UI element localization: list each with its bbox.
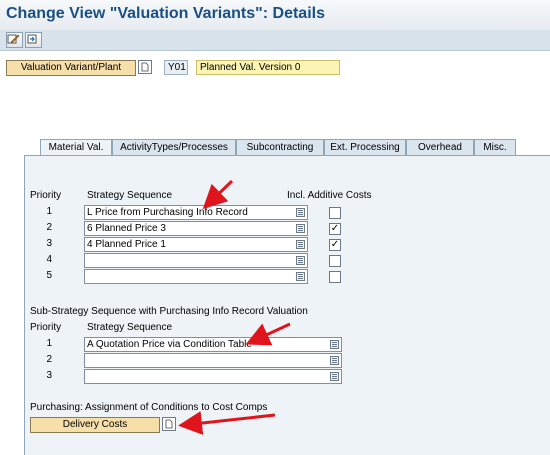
additive-costs-header: Incl. Additive Costs (287, 190, 372, 201)
sub-priority-header: Priority (30, 322, 62, 333)
priority-number: 1 (46, 206, 52, 217)
document-icon (141, 62, 149, 72)
tab-misc[interactable]: Misc. (474, 139, 516, 155)
variant-description: Planned Val. Version 0 (196, 60, 340, 75)
priority-number: 4 (46, 254, 52, 265)
priority-number: 2 (46, 222, 52, 233)
sub-strategy-value: A Quotation Price via Condition Table (87, 339, 252, 350)
tab-activity-types[interactable]: ActivityTypes/Processes (112, 139, 236, 155)
sub-strategy-title: Sub-Strategy Sequence with Purchasing In… (30, 306, 308, 317)
strategy-input-5[interactable] (84, 269, 308, 284)
priority-number: 3 (46, 370, 52, 381)
strategy-input-1[interactable]: L Price from Purchasing Info Record (84, 205, 308, 220)
additive-checkbox-1[interactable] (329, 207, 341, 219)
priority-number: 2 (46, 354, 52, 365)
priority-number: 3 (46, 238, 52, 249)
additive-checkbox-3[interactable]: ✓ (329, 239, 341, 251)
other-view-icon (27, 34, 37, 44)
value-help-icon[interactable] (296, 256, 305, 265)
strategy-sequence-header: Strategy Sequence (87, 190, 173, 201)
delivery-costs-detail-button[interactable] (162, 417, 176, 431)
tab-ext-processing[interactable]: Ext. Processing (324, 139, 406, 155)
display-change-icon (7, 34, 20, 44)
strategy-value: 6 Planned Price 3 (87, 223, 166, 234)
value-help-icon[interactable] (330, 340, 339, 349)
strategy-value: 4 Planned Price 1 (87, 239, 166, 250)
additive-checkbox-5[interactable] (329, 271, 341, 283)
display-change-button[interactable] (6, 32, 23, 48)
delivery-costs-button[interactable]: Delivery Costs (30, 417, 160, 433)
tab-strip: Material Val. ActivityTypes/Processes Su… (0, 139, 550, 156)
additive-checkbox-4[interactable] (329, 255, 341, 267)
value-help-icon[interactable] (296, 240, 305, 249)
strategy-input-2[interactable]: 6 Planned Price 3 (84, 221, 308, 236)
variant-code-field[interactable]: Y01 (164, 60, 188, 75)
value-help-icon[interactable] (296, 224, 305, 233)
strategy-value: L Price from Purchasing Info Record (87, 207, 248, 218)
strategy-input-4[interactable] (84, 253, 308, 268)
priority-number: 5 (46, 270, 52, 281)
variant-detail-button[interactable] (138, 60, 152, 74)
value-help-icon[interactable] (330, 356, 339, 365)
title-bar: Change View "Valuation Variants": Detail… (0, 0, 550, 31)
other-view-button[interactable] (25, 32, 42, 48)
tab-subcontracting[interactable]: Subcontracting (236, 139, 324, 155)
sub-strategy-input-3[interactable] (84, 369, 342, 384)
sub-strategy-input-1[interactable]: A Quotation Price via Condition Table (84, 337, 342, 352)
value-help-icon[interactable] (330, 372, 339, 381)
priority-number: 1 (46, 338, 52, 349)
sub-strategy-sequence-header: Strategy Sequence (87, 322, 173, 333)
additive-checkbox-2[interactable]: ✓ (329, 223, 341, 235)
value-help-icon[interactable] (296, 272, 305, 281)
tab-overhead[interactable]: Overhead (406, 139, 474, 155)
purchasing-title: Purchasing: Assignment of Conditions to … (30, 402, 268, 413)
page-title: Change View "Valuation Variants": Detail… (6, 5, 325, 22)
document-icon (165, 419, 173, 429)
strategy-input-3[interactable]: 4 Planned Price 1 (84, 237, 308, 252)
application-toolbar (0, 30, 550, 51)
valuation-variant-label: Valuation Variant/Plant (6, 60, 136, 76)
sub-strategy-input-2[interactable] (84, 353, 342, 368)
tab-material-val[interactable]: Material Val. (40, 139, 112, 156)
priority-header: Priority (30, 190, 62, 201)
value-help-icon[interactable] (296, 208, 305, 217)
